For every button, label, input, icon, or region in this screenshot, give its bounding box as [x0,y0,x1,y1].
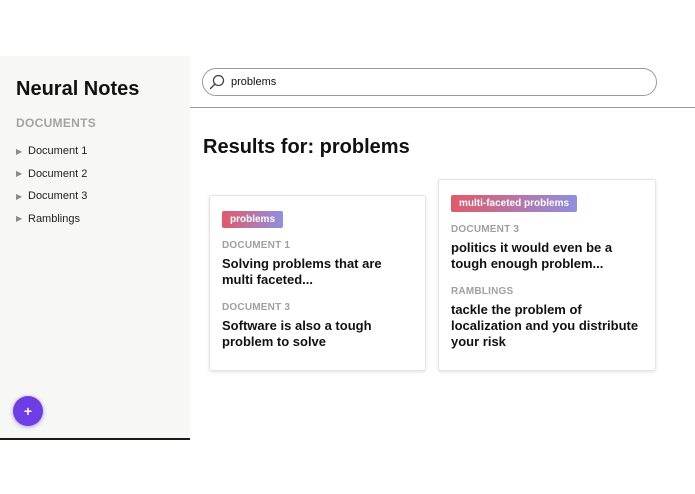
keyword-tag[interactable]: problems [222,211,284,228]
documents-section-title: DOCUMENTS [16,116,97,130]
caret-right-icon: ▶ [16,169,23,179]
match-snippet: Software is also a tough problem to solv… [222,318,372,349]
sidebar-item-label: Document 3 [28,190,88,203]
result-match[interactable]: DOCUMENT 3 politics it would even be a t… [451,224,643,272]
results-heading: Results for: problems [203,136,410,158]
app-window: Neural Notes DOCUMENTS ▶ Document 1 ▶ Do… [0,56,695,440]
match-snippet: tackle the problem of localization and y… [451,302,639,349]
sidebar-item-document-2[interactable]: ▶ Document 2 [16,163,87,186]
result-card: problems DOCUMENT 1 Solving problems tha… [209,195,426,371]
sidebar-item-document-1[interactable]: ▶ Document 1 [16,140,87,163]
caret-right-icon: ▶ [16,146,23,156]
match-snippet: Solving problems that are multi faceted.… [222,256,382,287]
sidebar-item-label: Ramblings [28,212,80,225]
match-document-name: DOCUMENT 3 [222,302,291,313]
sidebar-item-label: Document 1 [28,145,88,158]
sidebar: Neural Notes DOCUMENTS ▶ Document 1 ▶ Do… [0,56,190,440]
caret-right-icon: ▶ [16,191,23,201]
caret-right-icon: ▶ [16,214,23,224]
match-document-name: DOCUMENT 1 [222,240,291,251]
add-document-button[interactable]: + [13,396,43,426]
app-title: Neural Notes [16,78,140,100]
match-snippet: politics it would even be a tough enough… [451,240,613,271]
result-card: multi-faceted problems DOCUMENT 3 politi… [438,179,656,371]
sidebar-item-label: Document 2 [28,167,88,180]
document-list: ▶ Document 1 ▶ Document 2 ▶ Document 3 ▶… [16,140,87,230]
search-icon [209,74,225,90]
result-match[interactable]: RAMBLINGS tackle the problem of localiza… [451,286,643,350]
match-document-name: RAMBLINGS [451,286,514,297]
result-match[interactable]: DOCUMENT 3 Software is also a tough prob… [222,302,413,350]
match-document-name: DOCUMENT 3 [451,224,520,235]
sidebar-item-document-3[interactable]: ▶ Document 3 [16,185,87,208]
header-divider [190,107,695,108]
keyword-tag[interactable]: multi-faceted problems [451,195,578,212]
main-content: Results for: problems problems DOCUMENT … [190,56,695,438]
result-match[interactable]: DOCUMENT 1 Solving problems that are mul… [222,240,413,288]
search-bar[interactable] [202,68,657,96]
search-input[interactable] [231,76,631,88]
sidebar-item-ramblings[interactable]: ▶ Ramblings [16,208,87,231]
